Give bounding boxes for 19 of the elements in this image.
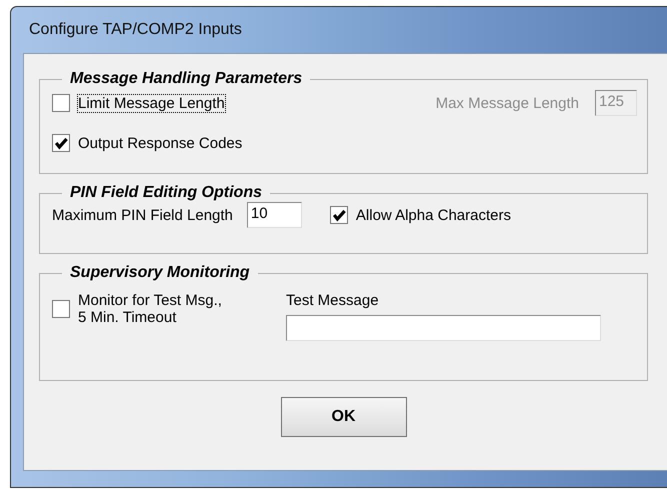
input-field[interactable]: 10 <box>246 202 302 228</box>
group-title: Supervisory Monitoring <box>69 264 251 282</box>
window-title: Configure TAP/COMP2 Inputs <box>29 21 242 39</box>
field-label: Test Message <box>286 292 380 309</box>
checkbox-label[interactable]: Limit Message Length <box>78 94 225 112</box>
field-label: Maximum PIN Field Length <box>52 206 233 224</box>
checkbox[interactable] <box>52 94 70 112</box>
input-field[interactable] <box>286 315 601 341</box>
checkbox-label[interactable]: Output Response Codes <box>78 134 242 152</box>
checkbox[interactable] <box>52 300 70 318</box>
checkbox-label[interactable]: Allow Alpha Characters <box>356 206 511 224</box>
checkbox[interactable] <box>52 134 70 152</box>
ok-button[interactable]: OK <box>280 397 406 437</box>
group-title: PIN Field Editing Options <box>69 184 263 202</box>
checkbox[interactable] <box>330 206 348 224</box>
checkbox-label[interactable]: Monitor for Test Msg., <box>78 292 248 309</box>
field-label: Max Message Length <box>436 94 579 112</box>
checkbox-label[interactable]: 5 Min. Timeout <box>78 309 248 326</box>
group-title: Message Handling Parameters <box>69 70 304 88</box>
